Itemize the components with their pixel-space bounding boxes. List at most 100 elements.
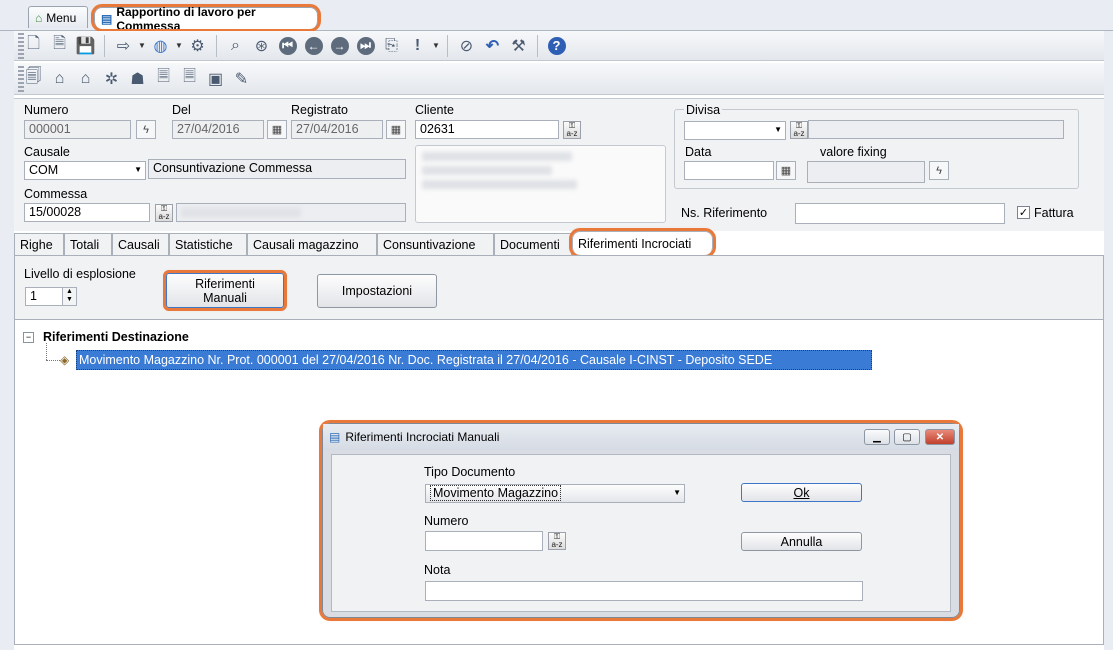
valore-fixing-label: valore fixing bbox=[820, 145, 887, 159]
toolbar-grip bbox=[18, 66, 24, 92]
tab-totali[interactable]: Totali bbox=[64, 233, 112, 255]
impostazioni-button[interactable]: Impostazioni bbox=[317, 274, 437, 308]
lookup-icon[interactable]: ⚿ a-z bbox=[790, 121, 808, 139]
tab-documenti[interactable]: Documenti bbox=[494, 233, 572, 255]
cancel-icon[interactable]: ⊘ bbox=[455, 34, 478, 57]
maximize-button[interactable]: ▢ bbox=[894, 429, 920, 445]
tipo-documento-select[interactable]: Movimento Magazzino ▼ bbox=[425, 484, 685, 503]
livello-spinner[interactable]: ▲ ▼ bbox=[62, 287, 77, 306]
calendar-icon[interactable]: ▦ bbox=[386, 120, 406, 139]
cliente-label: Cliente bbox=[415, 103, 454, 117]
left-strip bbox=[0, 31, 14, 650]
registrato-field[interactable]: 27/04/2016 bbox=[291, 120, 383, 139]
riferimenti-manuali-button[interactable]: Riferimenti Manuali bbox=[163, 270, 287, 311]
minimize-button[interactable]: ▁ bbox=[864, 429, 890, 445]
livello-field[interactable]: 1 bbox=[25, 287, 63, 306]
document-search-icon[interactable]: 🗏 bbox=[152, 67, 175, 90]
edit-document-icon[interactable]: 🗎 bbox=[48, 34, 71, 57]
close-button[interactable]: ✕ bbox=[925, 429, 955, 445]
search-icon[interactable]: ⌕ bbox=[224, 34, 247, 57]
previous-record-icon[interactable]: ← bbox=[302, 34, 325, 57]
tab-menu[interactable]: ⌂ Menu bbox=[28, 6, 88, 28]
new-document-icon[interactable]: 🗋 bbox=[22, 34, 45, 57]
globe-icon[interactable]: ◍ bbox=[149, 34, 172, 57]
data-label: Data bbox=[685, 145, 712, 159]
lookup-icon[interactable]: ⚿ a-z bbox=[563, 121, 581, 139]
chevron-down-icon[interactable]: ▼ bbox=[138, 41, 146, 50]
tree-item-movimento[interactable]: Movimento Magazzino Nr. Prot. 000001 del… bbox=[76, 350, 872, 370]
cliente-field[interactable]: 02631 bbox=[415, 120, 559, 139]
section-tabs: Righe Totali Causali Statistiche Causali… bbox=[14, 228, 1104, 258]
document-edit-icon[interactable]: ✎ bbox=[230, 67, 253, 90]
causale-select[interactable]: COM ▼ bbox=[24, 161, 146, 180]
annulla-button[interactable]: Annulla bbox=[741, 532, 862, 551]
window-tab-bar: ⌂ Menu ▤ Rapportino di lavoro per Commes… bbox=[0, 0, 1113, 33]
causale-description: Consuntivazione Commessa bbox=[148, 159, 406, 179]
ok-button[interactable]: Ok bbox=[741, 483, 862, 502]
tab-causali[interactable]: Causali bbox=[112, 233, 169, 255]
dialog-title: Riferimenti Incrociati Manuali bbox=[345, 430, 500, 444]
tab-consuntivazione[interactable]: Consuntivazione bbox=[377, 233, 494, 255]
nota-field[interactable] bbox=[425, 581, 863, 601]
tools-icon[interactable]: ⚒ bbox=[507, 34, 530, 57]
warehouse-alt-icon[interactable]: ⌂ bbox=[74, 67, 97, 90]
chevron-down-icon[interactable]: ▼ bbox=[175, 41, 183, 50]
data-field[interactable] bbox=[684, 161, 774, 180]
fattura-label: Fattura bbox=[1034, 206, 1074, 220]
valore-fixing-field[interactable] bbox=[807, 161, 925, 183]
document-find-icon[interactable]: 🗏 bbox=[178, 67, 201, 90]
divisa-select[interactable]: ▼ bbox=[684, 121, 786, 140]
help-icon[interactable]: ? bbox=[545, 34, 568, 57]
next-record-icon[interactable]: → bbox=[328, 34, 351, 57]
tipo-documento-value: Movimento Magazzino bbox=[430, 485, 562, 501]
toolbar-grip bbox=[18, 33, 24, 59]
ns-riferimento-field[interactable] bbox=[795, 203, 1005, 224]
fattura-checkbox[interactable]: ✓ bbox=[1017, 206, 1030, 219]
documents-icon[interactable]: 🗐 bbox=[22, 67, 45, 90]
save-icon[interactable]: 💾 bbox=[74, 34, 97, 57]
lookup-icon[interactable]: ⚿ a-z bbox=[155, 204, 173, 222]
warehouse-icon[interactable]: ⌂ bbox=[48, 67, 71, 90]
warehouse-movement-icon: ◈ bbox=[60, 353, 70, 367]
tree-collapse-icon[interactable]: − bbox=[23, 332, 34, 343]
tab-righe[interactable]: Righe bbox=[14, 233, 64, 255]
calendar-icon[interactable]: ▦ bbox=[776, 161, 796, 180]
divisa-description bbox=[808, 120, 1064, 139]
chevron-down-icon[interactable]: ▼ bbox=[432, 41, 440, 50]
toolbar-secondary: 🗐 ⌂ ⌂ ✲ ☗ 🗏 🗏 ▣ ✎ bbox=[14, 63, 1104, 95]
commessa-field[interactable]: 15/00028 bbox=[24, 203, 150, 222]
home-icon: ⌂ bbox=[35, 10, 43, 25]
export-icon[interactable]: ⇨ bbox=[112, 34, 135, 57]
binoculars-icon[interactable]: ⊛ bbox=[250, 34, 273, 57]
network-icon[interactable]: ✲ bbox=[100, 67, 123, 90]
tipo-documento-label: Tipo Documento bbox=[424, 465, 516, 479]
lookup-icon[interactable]: ⚿ a-z bbox=[548, 532, 566, 550]
package-icon[interactable]: ▣ bbox=[204, 67, 227, 90]
first-record-icon[interactable]: ⏮ bbox=[276, 34, 299, 57]
exclamation-icon[interactable]: ! bbox=[406, 34, 429, 57]
copy-icon[interactable]: ⎘ bbox=[380, 34, 403, 57]
commessa-description bbox=[176, 203, 406, 222]
undo-icon[interactable]: ↶ bbox=[481, 34, 504, 57]
toolbar-main: 🗋 🗎 💾 ⇨ ▼ ◍ ▼ ⚙ ⌕ ⊛ ⏮ ← → ⏭ ⎘ ! ▼ ⊘ ↶ ⚒ ? bbox=[14, 31, 1104, 61]
del-label: Del bbox=[172, 103, 191, 117]
numero-field[interactable]: 000001 bbox=[24, 120, 131, 139]
causale-value: COM bbox=[29, 163, 59, 177]
tab-statistiche[interactable]: Statistiche bbox=[169, 233, 247, 255]
tab-rapportino[interactable]: ▤ Rapportino di lavoro per Commessa bbox=[91, 4, 321, 33]
settings-window-icon[interactable]: ⚙ bbox=[186, 34, 209, 57]
header-panel: Numero 000001 ϟ Del 27/04/2016 ▦ Registr… bbox=[14, 98, 1104, 231]
last-record-icon[interactable]: ⏭ bbox=[354, 34, 377, 57]
tab-riferimenti-incrociati[interactable]: Riferimenti Incrociati bbox=[569, 228, 716, 258]
tab-causali-magazzino[interactable]: Causali magazzino bbox=[247, 233, 377, 255]
lightning-icon[interactable]: ϟ bbox=[136, 120, 156, 139]
user-icon[interactable]: ☗ bbox=[126, 67, 149, 90]
dialog-numero-field[interactable] bbox=[425, 531, 543, 551]
cliente-info-box bbox=[415, 145, 666, 223]
registrato-label: Registrato bbox=[291, 103, 348, 117]
lightning-icon[interactable]: ϟ bbox=[929, 161, 949, 180]
del-field[interactable]: 27/04/2016 bbox=[172, 120, 264, 139]
livello-label: Livello di esplosione bbox=[24, 267, 136, 281]
numero-label: Numero bbox=[24, 103, 69, 117]
calendar-icon[interactable]: ▦ bbox=[267, 120, 287, 139]
